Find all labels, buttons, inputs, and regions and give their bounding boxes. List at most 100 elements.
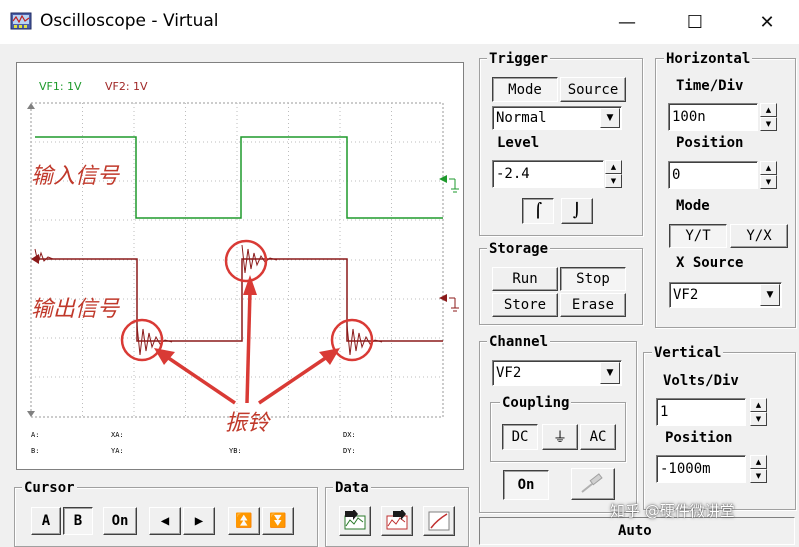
dx-readout: DX: <box>343 431 356 439</box>
trigger-level-spinner[interactable]: ▲ ▼ <box>605 160 622 188</box>
time-div-label: Time/Div <box>676 78 744 94</box>
falling-edge-icon: ⌡ <box>572 203 582 219</box>
horizontal-position-spinner[interactable]: ▲ ▼ <box>760 161 777 189</box>
volts-div-label: Volts/Div <box>663 373 739 389</box>
cursor-down-button[interactable]: ⏬ <box>262 507 294 535</box>
vertical-position-input[interactable]: -1000m <box>656 455 746 483</box>
double-up-icon: ⏫ <box>235 513 253 529</box>
cursor-up-button[interactable]: ⏫ <box>228 507 260 535</box>
yt-mode-button[interactable]: Y/T <box>669 224 727 248</box>
cursor-b-readout: B: <box>31 447 40 455</box>
horizontal-mode-label: Mode <box>676 198 710 214</box>
chevron-down-icon: ▼ <box>766 290 774 300</box>
rising-edge-icon: ⌠ <box>533 203 543 219</box>
channel-value: VF2 <box>496 365 522 381</box>
channel-on-button[interactable]: On <box>503 470 549 500</box>
probe-icon <box>581 473 603 493</box>
data-save-button[interactable] <box>339 506 371 536</box>
trigger-mode-dropdown-button[interactable]: ▼ <box>600 108 620 128</box>
cursor-on-button[interactable]: On <box>103 507 137 535</box>
cursor-title: Cursor <box>22 480 77 496</box>
spin-up-icon[interactable]: ▲ <box>605 160 622 174</box>
probe-button[interactable] <box>571 468 615 500</box>
vf2-ground-marker <box>439 294 459 312</box>
vf2-scale-label: VF2: 1V <box>105 80 148 93</box>
horizontal-position-input[interactable]: 0 <box>668 161 758 189</box>
vertical-position-spinner[interactable]: ▲ ▼ <box>750 455 767 483</box>
vf2-level-marker <box>31 254 39 264</box>
time-div-value: 100n <box>672 109 706 125</box>
trigger-title: Trigger <box>487 51 551 67</box>
data-load-button[interactable] <box>381 506 413 536</box>
vertical-position-label: Position <box>665 430 733 446</box>
data-plot-button[interactable] <box>423 506 455 536</box>
rising-edge-button[interactable]: ⌠ <box>522 198 554 224</box>
vf1-scale-label: VF1: 1V <box>39 80 82 93</box>
spin-up-icon[interactable]: ▲ <box>760 161 777 175</box>
ringing-arrows <box>154 275 340 405</box>
grid-lines <box>31 103 443 417</box>
scope-display: VF1: 1V VF2: 1V 输入信号 输出信号 振铃 A: B: XA: Y… <box>16 62 464 470</box>
channel-dropdown-button[interactable]: ▼ <box>600 362 620 384</box>
close-button[interactable]: ✕ <box>738 0 796 44</box>
trigger-source-button[interactable]: Source <box>560 77 626 102</box>
spin-down-icon[interactable]: ▼ <box>605 174 622 188</box>
volts-div-spinner[interactable]: ▲ ▼ <box>750 398 767 426</box>
trigger-mode-value: Normal <box>496 110 547 126</box>
triangle-right-icon: ▶ <box>194 513 204 529</box>
dc-coupling-button[interactable]: DC <box>502 424 538 450</box>
volts-div-value: 1 <box>660 404 669 420</box>
cursor-left-button[interactable]: ◀ <box>149 507 181 535</box>
coupling-title: Coupling <box>500 395 572 411</box>
time-div-input[interactable]: 100n <box>668 103 758 131</box>
data-title: Data <box>333 480 371 496</box>
spin-down-icon[interactable]: ▼ <box>760 175 777 189</box>
run-button[interactable]: Run <box>492 267 558 291</box>
minimize-button[interactable]: — <box>598 0 656 44</box>
ringing-annotation: 振铃 <box>225 411 270 436</box>
plot-icon <box>428 511 450 531</box>
store-button[interactable]: Store <box>492 293 558 317</box>
maximize-icon: ☐ <box>686 11 704 33</box>
cursor-right-button[interactable]: ▶ <box>183 507 215 535</box>
dy-readout: DY: <box>343 447 356 455</box>
stop-button[interactable]: Stop <box>560 267 626 291</box>
spin-down-icon[interactable]: ▼ <box>760 117 777 131</box>
spin-down-icon[interactable]: ▼ <box>750 469 767 483</box>
time-div-spinner[interactable]: ▲ ▼ <box>760 103 777 131</box>
oscilloscope-app-icon <box>10 11 34 33</box>
gnd-coupling-button[interactable]: ⏚ <box>542 424 578 450</box>
spin-down-icon[interactable]: ▼ <box>750 412 767 426</box>
triangle-left-icon: ◀ <box>160 513 170 529</box>
watermark: 知乎 @硬件微讲堂 <box>610 502 735 520</box>
yx-mode-button[interactable]: Y/X <box>730 224 788 248</box>
cursor-a-button[interactable]: A <box>31 507 61 535</box>
falling-edge-button[interactable]: ⌡ <box>561 198 593 224</box>
spin-up-icon[interactable]: ▲ <box>750 455 767 469</box>
ya-readout: YA: <box>111 447 124 455</box>
maximize-button[interactable]: ☐ <box>666 0 724 44</box>
vertical-position-value: -1000m <box>660 461 711 477</box>
trigger-mode-button[interactable]: Mode <box>492 77 558 102</box>
ac-coupling-button[interactable]: AC <box>580 424 616 450</box>
x-source-dropdown-button[interactable]: ▼ <box>760 284 780 306</box>
erase-button[interactable]: Erase <box>560 293 626 317</box>
minimize-icon: — <box>618 11 636 33</box>
spin-up-icon[interactable]: ▲ <box>760 103 777 117</box>
input-signal-annotation: 输入信号 <box>31 164 120 189</box>
volts-div-input[interactable]: 1 <box>656 398 746 426</box>
cursor-a-bottom-marker <box>27 411 35 417</box>
output-signal-annotation: 输出信号 <box>31 297 120 322</box>
trigger-level-label: Level <box>497 135 540 151</box>
trigger-level-input[interactable]: -2.4 <box>492 160 604 188</box>
horizontal-title: Horizontal <box>664 51 753 67</box>
save-waveform-icon <box>344 510 366 530</box>
trigger-level-value: -2.4 <box>496 166 530 182</box>
chevron-down-icon: ▼ <box>606 113 614 123</box>
vf1-ground-marker <box>439 175 459 193</box>
double-down-icon: ⏬ <box>269 513 287 529</box>
spin-up-icon[interactable]: ▲ <box>750 398 767 412</box>
cursor-b-button[interactable]: B <box>63 507 93 535</box>
vf2-ringing-3 <box>346 324 383 356</box>
ground-icon: ⏚ <box>553 430 567 446</box>
